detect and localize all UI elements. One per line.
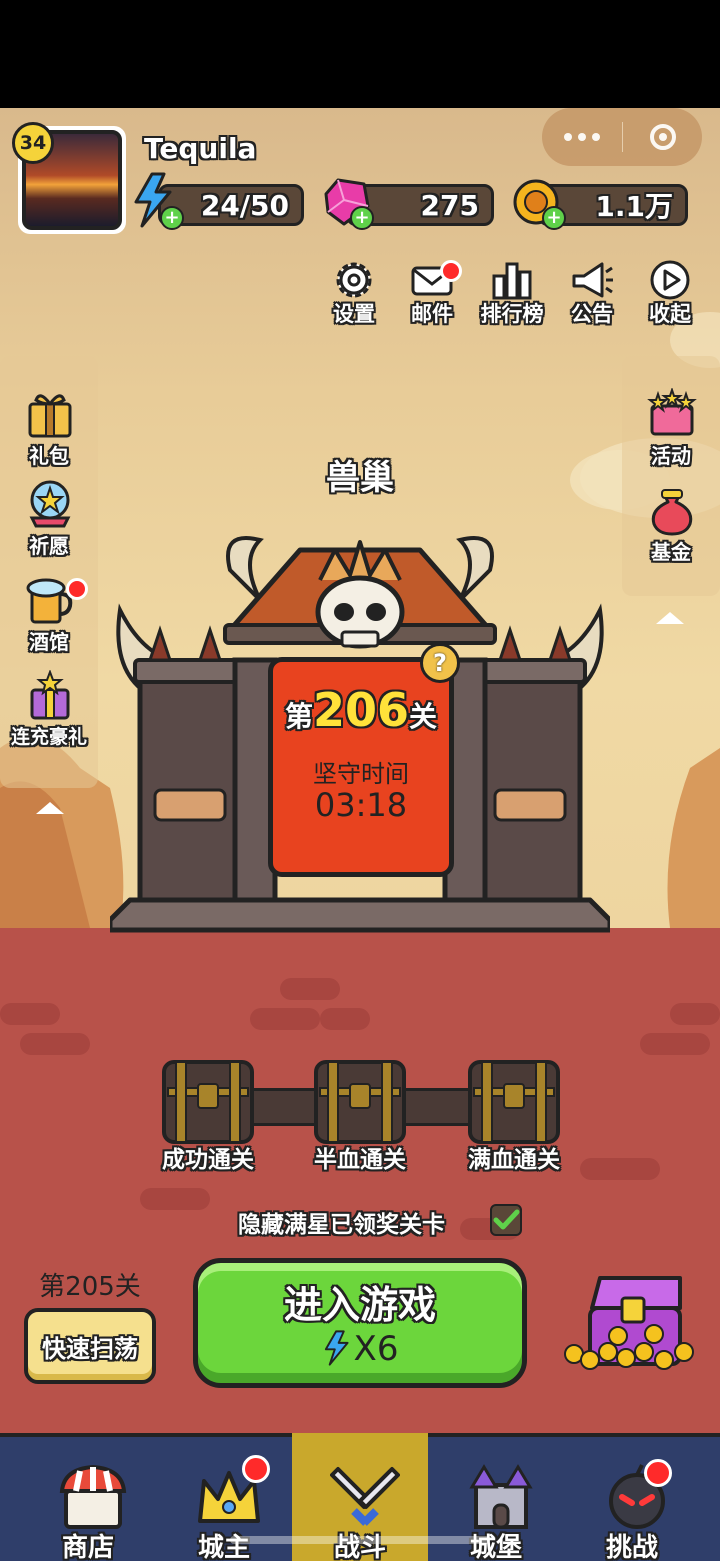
tavern-label: 酒馆 [29,630,69,654]
ground-brick [0,1003,60,1025]
event-icon [647,388,697,436]
wish-button[interactable]: 祈愿 [4,478,94,558]
chest-icon[interactable] [312,1058,408,1146]
fund-label: 基金 [651,540,691,564]
chest-icon[interactable] [160,1058,256,1146]
chest-label: 满血通关 [468,1147,560,1173]
stage-name: 兽巢 [326,458,394,498]
chest-connector [404,1088,474,1126]
ranking-label: 排行榜 [480,302,544,326]
chest-connector [250,1088,320,1126]
wish-label: 祈愿 [29,534,69,558]
add-gem-button[interactable]: + [350,206,374,230]
announcement-button[interactable]: 公告 [560,258,624,328]
stage-prefix: 第 [284,700,313,733]
wish-icon [29,480,71,528]
add-energy-button[interactable]: + [160,206,184,230]
notification-dot [440,260,462,282]
quick-sweep-label: 快速扫荡 [42,1334,138,1363]
ground-brick [20,1033,90,1055]
fund-icon [651,489,693,536]
gem-value: 275 [420,188,479,222]
shop-icon [59,1464,127,1529]
tavern-button[interactable]: 酒馆 [4,574,94,654]
help-button[interactable]: ? [420,643,460,683]
collapse-icon [650,260,690,300]
notification-dot [644,1459,672,1487]
energy-cost-value: X6 [353,1329,399,1369]
checkmark-icon [493,1209,520,1230]
player-name: Tequila [144,132,257,165]
treasure-chest-icon[interactable] [560,1268,700,1378]
quick-sweep-button[interactable]: 快速扫荡 [24,1308,156,1384]
ground-brick [320,1008,370,1030]
ground-brick [250,1008,320,1030]
close-miniprogram-button[interactable] [623,124,702,150]
nav-battle-label: 战斗 [333,1533,386,1561]
nav-shop[interactable]: 商店 [20,1433,156,1561]
gift-pack-button[interactable]: 礼包 [4,388,94,468]
game-screen: 34 Tequila 24/50 + 275 + 1.1万 + 设置 邮件 排行… [0,0,720,1561]
recharge-gift-label: 连充豪礼 [10,726,87,748]
fund-button[interactable]: 基金 [626,484,716,564]
notification-dot [242,1455,270,1483]
recharge-gift-icon [30,670,70,720]
nav-challenge[interactable]: 挑战 [564,1433,700,1561]
miniprogram-capsule [542,108,702,166]
chest-icon[interactable] [466,1058,562,1146]
stage-suffix: 关 [409,700,438,733]
settings-button[interactable]: 设置 [322,258,386,328]
add-gold-button[interactable]: + [542,206,566,230]
nav-shop-label: 商店 [61,1533,114,1561]
ranking-icon [492,262,532,300]
castle-icon [469,1464,533,1529]
hide-completed-checkbox[interactable] [490,1204,522,1236]
energy-value: 24/50 [200,188,289,222]
gift-icon [28,394,72,438]
hold-time-value: 03:18 [314,786,408,824]
ground-brick [280,978,340,1000]
collapse-label: 收起 [649,302,691,326]
energy-cost: X6 [193,1328,527,1369]
settings-label: 设置 [333,302,375,326]
ground-brick [580,1158,660,1180]
left-panel-collapse-arrow[interactable] [36,802,64,814]
more-menu-button[interactable] [542,133,622,141]
chest-label: 半血通关 [314,1147,406,1173]
notification-dot [66,578,88,600]
gear-icon [336,262,372,298]
ground-brick [140,1188,210,1210]
stage-number: 206 [312,683,410,737]
mail-label: 邮件 [411,302,453,326]
swords-icon [330,1467,400,1526]
event-label: 活动 [651,444,691,468]
stage-number-line: 第206关 [268,683,454,737]
event-button[interactable]: 活动 [626,388,716,468]
chest-label: 成功通关 [162,1147,254,1173]
gold-value: 1.1万 [595,190,673,223]
level-badge: 34 [12,122,54,164]
home-indicator[interactable] [230,1536,490,1544]
megaphone-icon [572,262,613,298]
lightning-icon [324,1330,349,1366]
mail-button[interactable]: 邮件 [400,258,464,328]
gift-pack-label: 礼包 [29,444,69,468]
status-bar [0,0,720,108]
announcement-label: 公告 [571,302,613,326]
previous-stage-label: 第205关 [39,1272,141,1302]
right-panel-collapse-arrow[interactable] [656,612,684,624]
hold-time-label: 坚守时间 [313,760,409,788]
hide-completed-label: 隐藏满星已领奖关卡 [238,1212,445,1238]
nav-challenge-label: 挑战 [605,1533,658,1561]
ranking-button[interactable]: 排行榜 [480,258,544,328]
nav-castle-label: 城堡 [469,1533,522,1561]
collapse-button[interactable]: 收起 [638,258,702,328]
enter-game-label: 进入游戏 [283,1283,436,1327]
nav-lord-label: 城主 [197,1533,250,1561]
ground-brick [670,1003,720,1025]
recharge-gift-button[interactable]: 连充豪礼 [4,670,94,750]
ground-brick [640,1033,710,1055]
